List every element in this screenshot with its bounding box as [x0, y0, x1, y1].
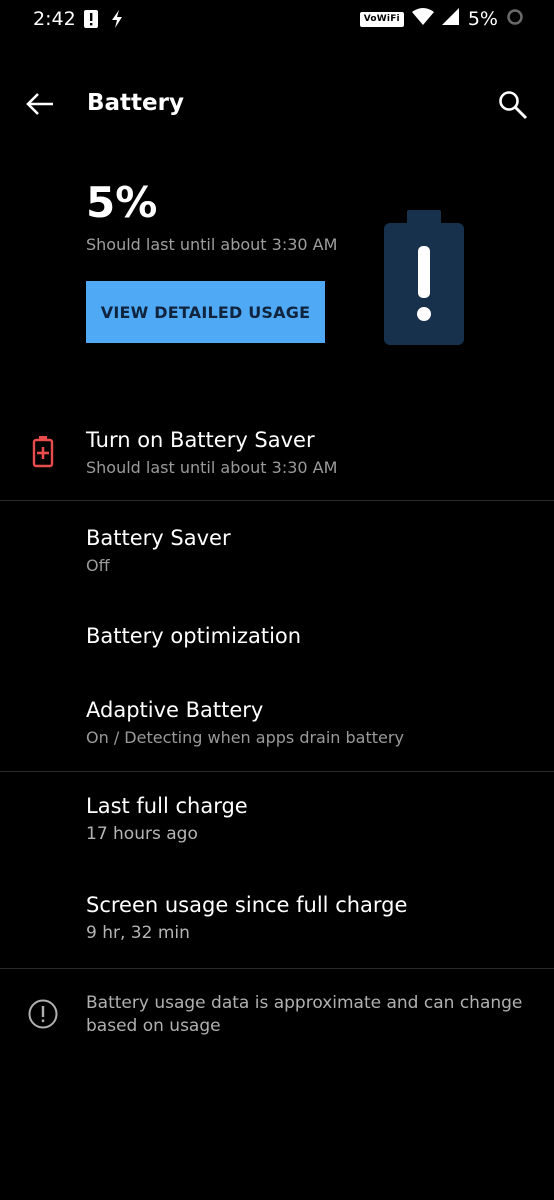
- wifi-icon: [411, 8, 434, 30]
- battery-percent: 5%: [86, 178, 158, 227]
- last-full-charge-row: Last full charge 17 hours ago: [0, 790, 554, 860]
- screen-usage-row: Screen usage since full charge 9 hr, 32 …: [0, 888, 554, 958]
- battery-saver-row[interactable]: Battery Saver Off: [0, 520, 554, 590]
- divider: [0, 500, 554, 501]
- status-notification-icons: [84, 10, 124, 32]
- row-subtitle: Should last until about 3:30 AM: [86, 458, 338, 477]
- row-subtitle: Off: [86, 556, 110, 575]
- turn-on-battery-saver-row[interactable]: Turn on Battery Saver Should last until …: [0, 420, 554, 500]
- row-subtitle: On / Detecting when apps drain battery: [86, 728, 404, 747]
- view-detailed-usage-button[interactable]: VIEW DETAILED USAGE: [86, 281, 325, 343]
- row-title: Last full charge: [86, 794, 248, 818]
- page-title: Battery: [87, 90, 184, 116]
- battery-ring-icon: [506, 8, 524, 30]
- divider: [0, 968, 554, 969]
- flash-icon: [110, 10, 124, 32]
- row-title: Battery Saver: [86, 526, 231, 550]
- arrow-left-icon: [26, 93, 53, 115]
- divider: [0, 771, 554, 772]
- search-icon: [499, 91, 528, 120]
- row-subtitle: 17 hours ago: [86, 824, 198, 844]
- footer-disclaimer: Battery usage data is approximate and ca…: [86, 993, 523, 1036]
- battery-estimate: Should last until about 3:30 AM: [86, 235, 338, 254]
- status-bar: 2:42 VoWiFi 5%: [0, 0, 554, 40]
- row-title: Turn on Battery Saver: [86, 428, 315, 452]
- search-button[interactable]: [494, 86, 532, 124]
- battery-optimization-row[interactable]: Battery optimization: [0, 612, 554, 662]
- row-title: Screen usage since full charge: [86, 893, 408, 917]
- back-button[interactable]: [22, 88, 58, 120]
- adaptive-battery-row[interactable]: Adaptive Battery On / Detecting when app…: [0, 692, 554, 762]
- battery-alert-graphic: [384, 210, 464, 346]
- status-battery-percent: 5%: [467, 8, 498, 30]
- status-time: 2:42: [33, 8, 76, 30]
- status-system-icons: VoWiFi 5%: [359, 8, 524, 30]
- info-icon: [27, 998, 59, 1030]
- row-subtitle: 9 hr, 32 min: [86, 923, 190, 943]
- signal-icon: [441, 8, 460, 30]
- vowifi-badge: VoWiFi: [359, 11, 404, 27]
- row-title: Battery optimization: [86, 624, 302, 648]
- battery-saver-icon: [32, 436, 54, 468]
- alert-icon: [84, 10, 98, 32]
- row-title: Adaptive Battery: [86, 698, 264, 722]
